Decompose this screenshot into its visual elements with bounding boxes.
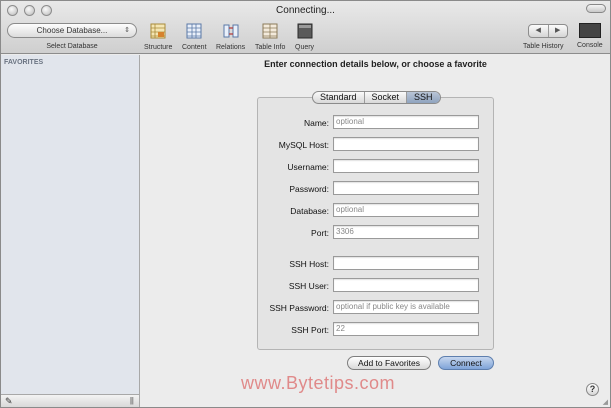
tab-standard[interactable]: Standard: [313, 92, 365, 103]
password-label: Password:: [289, 184, 329, 194]
database-select-value: Choose Database...: [36, 26, 108, 35]
toolbar-table-info-button[interactable]: Table Info: [255, 23, 285, 51]
toolbar-content-label: Content: [182, 44, 207, 51]
toolbar-structure-label: Structure: [144, 44, 173, 51]
console-icon: [578, 23, 601, 38]
help-button[interactable]: ?: [586, 383, 599, 396]
toolbar: Connecting... Choose Database... ⇕ Selec…: [1, 1, 610, 54]
ssh-host-label: SSH Host:: [289, 259, 329, 269]
query-icon: [297, 23, 313, 39]
structure-icon: [150, 23, 166, 39]
toolbar-structure-button[interactable]: Structure: [144, 23, 172, 51]
app-window: Connecting... Choose Database... ⇕ Selec…: [0, 0, 611, 408]
mysql-host-field[interactable]: [333, 137, 479, 151]
database-select[interactable]: Choose Database... ⇕: [7, 23, 137, 38]
toolbar-query-label: Query: [295, 44, 315, 51]
history-forward-button[interactable]: ▶: [549, 25, 568, 37]
ssh-host-field[interactable]: [333, 256, 479, 270]
connection-type-tabs: Standard Socket SSH: [312, 91, 441, 104]
select-arrows-icon: ⇕: [124, 27, 130, 34]
name-label: Name:: [303, 118, 329, 128]
toolbar-relations-button[interactable]: Relations: [216, 23, 245, 51]
ssh-user-field[interactable]: [333, 278, 479, 292]
favorites-sidebar: FAVORITES: [1, 55, 140, 394]
database-select-label: Select Database: [46, 43, 98, 50]
sidebar-footer: ✎ |||: [1, 394, 140, 407]
database-field[interactable]: optional: [333, 203, 479, 217]
add-to-favorites-button[interactable]: Add to Favorites: [347, 356, 431, 370]
ssh-password-field[interactable]: optional if public key is available: [333, 300, 479, 314]
table-history-control: ◀ ▶: [528, 24, 568, 38]
port-label: Port:: [311, 228, 329, 238]
name-field[interactable]: optional: [333, 115, 479, 129]
favorites-heading: FAVORITES: [4, 59, 44, 66]
connection-panel: Enter connection details below, or choos…: [141, 55, 610, 407]
window-resize-icon[interactable]: ◢: [603, 398, 608, 406]
username-label: Username:: [287, 162, 329, 172]
table-info-icon: [262, 23, 278, 39]
relations-icon: [223, 24, 239, 38]
tab-ssh[interactable]: SSH: [407, 92, 440, 103]
username-field[interactable]: [333, 159, 479, 173]
toolbar-console-label: Console: [577, 42, 603, 49]
ssh-user-label: SSH User:: [288, 281, 329, 291]
toolbar-toggle-button[interactable]: [586, 4, 606, 13]
resize-grip-icon[interactable]: |||: [130, 396, 134, 405]
port-field[interactable]: 3306: [333, 225, 479, 239]
toolbar-console-button[interactable]: Console: [577, 23, 603, 49]
watermark-text: www.Bytetips.com: [241, 373, 396, 393]
toolbar-relations-label: Relations: [216, 44, 246, 51]
tab-socket[interactable]: Socket: [365, 92, 408, 103]
history-back-button[interactable]: ◀: [529, 25, 549, 37]
password-field[interactable]: [333, 181, 479, 195]
connect-button[interactable]: Connect: [438, 356, 494, 370]
toolbar-table-info-label: Table Info: [255, 44, 286, 51]
window-title: Connecting...: [276, 5, 335, 16]
database-label: Database:: [290, 206, 329, 216]
mysql-host-label: MySQL Host:: [278, 140, 329, 150]
ssh-password-label: SSH Password:: [269, 303, 329, 313]
toolbar-content-button[interactable]: Content: [182, 23, 207, 51]
toolbar-query-button[interactable]: Query: [295, 23, 314, 51]
pencil-icon[interactable]: ✎: [5, 396, 13, 407]
ssh-port-label: SSH Port:: [291, 325, 329, 335]
ssh-port-field[interactable]: 22: [333, 322, 479, 336]
content-icon: [186, 23, 202, 39]
connection-heading: Enter connection details below, or choos…: [264, 59, 487, 69]
table-history-label: Table History: [523, 43, 564, 50]
